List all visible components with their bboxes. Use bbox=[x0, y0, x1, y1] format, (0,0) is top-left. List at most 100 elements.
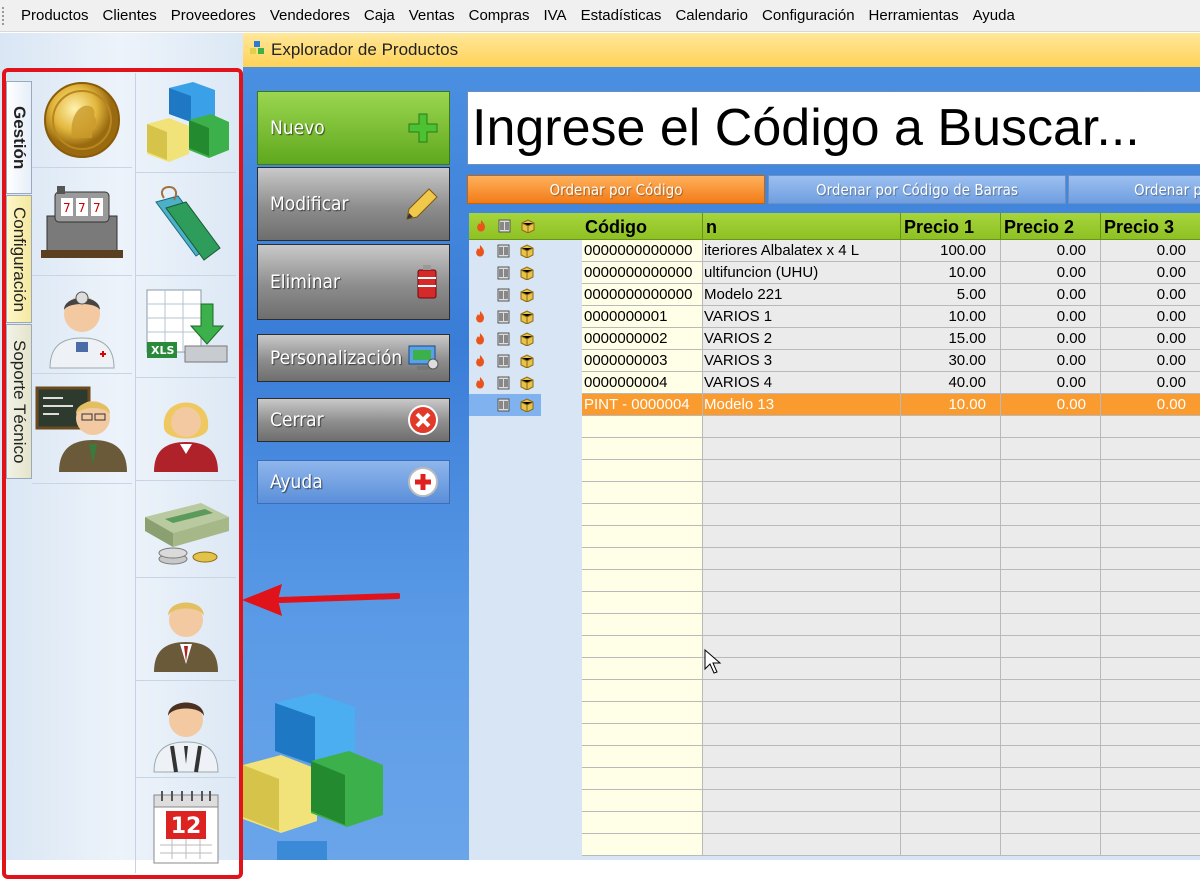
cell-p3[interactable] bbox=[1101, 768, 1200, 790]
cell-p3[interactable] bbox=[1101, 526, 1200, 548]
menu-item-ayuda[interactable]: Ayuda bbox=[966, 7, 1022, 24]
empty-table-row[interactable] bbox=[469, 416, 1200, 438]
cell-p3[interactable]: 0.00 bbox=[1101, 306, 1200, 328]
table-row[interactable]: 0000000000000 ultifuncion (UHU) 10.00 0.00 0… bbox=[469, 262, 1200, 284]
cell-desc[interactable] bbox=[703, 768, 901, 790]
cell-p1[interactable]: 30.00 bbox=[901, 350, 1001, 372]
cell-p1[interactable] bbox=[901, 526, 1001, 548]
cell-desc[interactable]: VARIOS 1 bbox=[703, 306, 901, 328]
cell-desc[interactable] bbox=[703, 790, 901, 812]
menu-item-configuracion[interactable]: Configuración bbox=[755, 7, 862, 24]
cell-p1[interactable]: 40.00 bbox=[901, 372, 1001, 394]
cell-p1[interactable] bbox=[901, 460, 1001, 482]
cell-p3[interactable] bbox=[1101, 416, 1200, 438]
tab-gestion[interactable]: Gestión bbox=[6, 81, 32, 194]
table-row[interactable]: 0000000003 VARIOS 3 30.00 0.00 0.00 bbox=[469, 350, 1200, 372]
cell-code[interactable] bbox=[582, 746, 703, 768]
cell-p2[interactable] bbox=[1001, 592, 1101, 614]
empty-table-row[interactable] bbox=[469, 702, 1200, 724]
menu-item-compras[interactable]: Compras bbox=[462, 7, 537, 24]
cell-p1[interactable] bbox=[901, 636, 1001, 658]
cell-p3[interactable] bbox=[1101, 636, 1200, 658]
cell-p3[interactable] bbox=[1101, 592, 1200, 614]
cell-code[interactable]: 0000000003 bbox=[582, 350, 703, 372]
xls-import-icon[interactable]: XLS bbox=[136, 276, 236, 378]
cell-code[interactable] bbox=[582, 504, 703, 526]
cell-p2[interactable] bbox=[1001, 526, 1101, 548]
cell-p2[interactable]: 0.00 bbox=[1001, 372, 1101, 394]
search-input[interactable]: Ingrese el Código a Buscar... bbox=[467, 91, 1200, 165]
cell-p3[interactable] bbox=[1101, 614, 1200, 636]
empty-table-row[interactable] bbox=[469, 746, 1200, 768]
cell-p1[interactable]: 100.00 bbox=[901, 240, 1001, 262]
cell-p2[interactable] bbox=[1001, 504, 1101, 526]
cell-code[interactable] bbox=[582, 482, 703, 504]
delete-button[interactable]: Eliminar bbox=[257, 244, 450, 320]
sort-by-code-button[interactable]: Ordenar por Código bbox=[467, 175, 765, 204]
table-row[interactable]: 0000000001 VARIOS 1 10.00 0.00 0.00 bbox=[469, 306, 1200, 328]
cell-p3[interactable] bbox=[1101, 482, 1200, 504]
cell-p1[interactable]: 5.00 bbox=[901, 284, 1001, 306]
cash-register-icon[interactable]: 777 bbox=[32, 168, 132, 276]
cell-p2[interactable] bbox=[1001, 702, 1101, 724]
menu-item-clientes[interactable]: Clientes bbox=[96, 7, 164, 24]
cell-p2[interactable] bbox=[1001, 636, 1101, 658]
woman-user-icon[interactable] bbox=[136, 378, 236, 481]
cell-code[interactable] bbox=[582, 702, 703, 724]
cell-desc[interactable]: VARIOS 2 bbox=[703, 328, 901, 350]
cell-desc[interactable] bbox=[703, 482, 901, 504]
cell-p1[interactable] bbox=[901, 614, 1001, 636]
modify-button[interactable]: Modificar bbox=[257, 167, 450, 241]
man-suspenders-icon[interactable] bbox=[136, 681, 236, 778]
cell-desc[interactable] bbox=[703, 724, 901, 746]
businessman-icon[interactable] bbox=[136, 578, 236, 681]
menu-item-calendario[interactable]: Calendario bbox=[668, 7, 755, 24]
cell-code[interactable] bbox=[582, 834, 703, 856]
cell-p3[interactable] bbox=[1101, 460, 1200, 482]
cell-code[interactable]: 0000000004 bbox=[582, 372, 703, 394]
table-row[interactable]: PINT - 0000004 Modelo 13 10.00 0.00 0.00 bbox=[469, 394, 1200, 416]
cell-code[interactable]: PINT - 0000004 bbox=[582, 394, 703, 416]
empty-table-row[interactable] bbox=[469, 790, 1200, 812]
col-header-precio-1[interactable]: Precio 1 bbox=[901, 213, 1001, 239]
cell-p3[interactable] bbox=[1101, 724, 1200, 746]
menu-item-ventas[interactable]: Ventas bbox=[402, 7, 462, 24]
cell-p3[interactable]: 0.00 bbox=[1101, 350, 1200, 372]
calendar-icon[interactable]: 12 bbox=[136, 778, 236, 873]
cell-code[interactable]: 0000000000000 bbox=[582, 262, 703, 284]
cell-p1[interactable] bbox=[901, 548, 1001, 570]
cell-p3[interactable] bbox=[1101, 570, 1200, 592]
cell-code[interactable] bbox=[582, 768, 703, 790]
col-header-descripcion[interactable]: n bbox=[703, 213, 901, 239]
cell-p2[interactable] bbox=[1001, 482, 1101, 504]
cell-code[interactable] bbox=[582, 460, 703, 482]
teacher-icon[interactable] bbox=[32, 374, 132, 484]
table-row[interactable]: 0000000004 VARIOS 4 40.00 0.00 0.00 bbox=[469, 372, 1200, 394]
cell-desc[interactable]: iteriores Albalatex x 4 L bbox=[703, 240, 901, 262]
cell-p1[interactable] bbox=[901, 416, 1001, 438]
cell-p1[interactable]: 10.00 bbox=[901, 306, 1001, 328]
cell-p1[interactable]: 10.00 bbox=[901, 394, 1001, 416]
col-header-precio-2[interactable]: Precio 2 bbox=[1001, 213, 1101, 239]
tab-configuracion[interactable]: Configuración bbox=[6, 195, 32, 323]
cell-p3[interactable] bbox=[1101, 702, 1200, 724]
cell-code[interactable] bbox=[582, 812, 703, 834]
cell-desc[interactable] bbox=[703, 504, 901, 526]
cell-p3[interactable] bbox=[1101, 658, 1200, 680]
cell-p1[interactable] bbox=[901, 504, 1001, 526]
empty-table-row[interactable] bbox=[469, 636, 1200, 658]
cell-desc[interactable] bbox=[703, 702, 901, 724]
cell-p2[interactable]: 0.00 bbox=[1001, 262, 1101, 284]
menu-item-proveedores[interactable]: Proveedores bbox=[164, 7, 263, 24]
tags-icon[interactable] bbox=[136, 173, 236, 276]
cell-desc[interactable]: ultifuncion (UHU) bbox=[703, 262, 901, 284]
cell-desc[interactable] bbox=[703, 658, 901, 680]
empty-table-row[interactable] bbox=[469, 834, 1200, 856]
cell-p3[interactable]: 0.00 bbox=[1101, 240, 1200, 262]
cell-p2[interactable]: 0.00 bbox=[1001, 328, 1101, 350]
table-row[interactable]: 0000000002 VARIOS 2 15.00 0.00 0.00 bbox=[469, 328, 1200, 350]
menu-item-estadisticas[interactable]: Estadísticas bbox=[574, 7, 669, 24]
empty-table-row[interactable] bbox=[469, 680, 1200, 702]
tab-soporte-tecnico[interactable]: Soporte Técnico bbox=[6, 324, 32, 479]
cell-p1[interactable]: 10.00 bbox=[901, 262, 1001, 284]
